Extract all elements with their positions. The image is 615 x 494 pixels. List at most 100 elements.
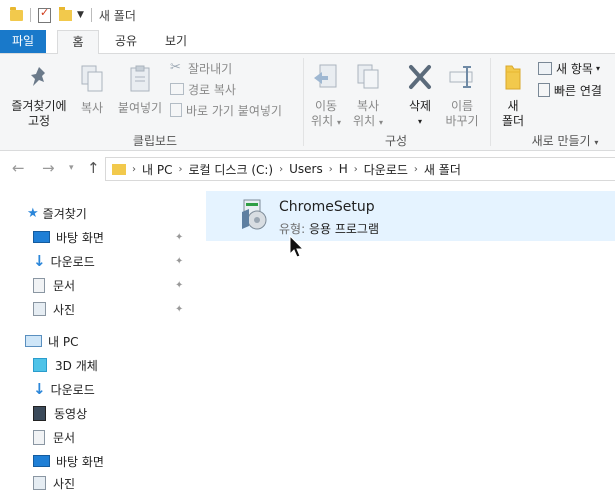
copy-path-label: 경로 복사 [188,82,236,97]
pin-icon[interactable]: ✦ [175,280,183,291]
nav-item-pictures[interactable]: 사진 [33,298,75,320]
new-folder-icon[interactable] [59,6,72,21]
nav-item-pc-downloads[interactable]: ↓ 다운로드 [33,378,95,400]
nav-item-pc-desktop[interactable]: 바탕 화면 [33,450,104,472]
pin-icon[interactable]: ✦ [175,304,183,315]
tab-file[interactable]: 파일 [0,30,46,53]
rename-label-2: 바꾸기 [445,114,479,128]
nav-item-documents[interactable]: 문서 [33,274,75,296]
ribbon-separator [490,58,491,146]
paste-button[interactable]: 붙여넣기 [114,64,166,116]
paste-shortcut-icon [170,103,182,117]
download-arrow-icon: ↓ [33,252,46,270]
move-to-label-2: 위치 ▾ [308,114,344,130]
nav-item-videos[interactable]: 동영상 [33,402,87,424]
delete-button[interactable]: 삭제 ▾ [402,62,438,129]
ribbon-separator [303,58,304,146]
chevron-down-icon: ▾ [594,138,599,147]
navigation-pane: ★ 즐겨찾기 바탕 화면 ✦ ↓ 다운로드 ✦ 문서 ✦ 사진 ✦ 내 PC 3… [0,187,192,491]
folder-icon [10,6,23,21]
breadcrumb-local-disk[interactable]: 로컬 디스크 (C:) [188,161,273,178]
nav-pc-downloads-label: 다운로드 [50,382,95,397]
copy-to-icon [357,64,379,89]
copy-to-label-2: 위치 ▾ [350,114,386,130]
address-bar[interactable]: › 내 PC › 로컬 디스크 (C:) › Users › H › 다운로드 … [105,157,615,181]
paste-label: 붙여넣기 [117,101,163,115]
copy-path-button[interactable]: 경로 복사 [170,80,236,98]
star-icon: ★ [27,205,39,221]
file-item-chromesetup[interactable]: ChromeSetup 유형: 응용 프로그램 [206,191,615,241]
chevron-right-icon: › [132,163,136,175]
pin-icon[interactable]: ✦ [175,256,183,267]
nav-videos-label: 동영상 [54,406,88,421]
nav-downloads-label: 다운로드 [50,254,95,269]
nav-item-pc-pictures[interactable]: 사진 [33,472,75,494]
organize-group-label: 구성 [384,134,408,148]
move-to-button[interactable]: 이동 위치 ▾ [308,62,344,130]
folder-icon [112,163,126,175]
paste-shortcut-button[interactable]: 바로 가기 붙여넣기 [170,101,282,119]
nav-item-pc-documents[interactable]: 문서 [33,426,75,448]
breadcrumb-downloads[interactable]: 다운로드 [364,161,408,178]
breadcrumb-new-folder[interactable]: 새 폴더 [424,161,461,178]
paste-shortcut-label: 바로 가기 붙여넣기 [186,103,282,118]
chevron-down-icon: ▾ [336,118,341,127]
chevron-down-icon: ▾ [378,118,383,127]
navigation-bar: ← → ▾ ↑ › 내 PC › 로컬 디스크 (C:) › Users › H… [0,151,615,187]
pin-label-2: 고정 [27,114,51,128]
nav-item-downloads[interactable]: ↓ 다운로드 [33,250,95,272]
delete-x-icon [409,65,431,89]
title-separator [90,8,92,22]
chevron-down-icon[interactable]: ▼ [77,10,84,20]
pin-to-quick-access-button[interactable]: 즐겨찾기에 고정 [6,64,72,129]
move-to-label-2-text: 위치 [311,114,334,128]
easy-access-button[interactable]: 빠른 연결 [538,81,602,99]
nav-item-this-pc[interactable]: 내 PC [25,330,78,352]
cut-button[interactable]: ✂ 잘라내기 [170,59,232,77]
rename-button[interactable]: 이름 바꾸기 [442,62,482,129]
copy-to-button[interactable]: 복사 위치 ▾ [350,62,386,130]
breadcrumb-users[interactable]: Users [289,162,323,176]
ribbon: 즐겨찾기에 고정 복사 붙여넣기 ✂ 잘라내기 경로 복사 바로 가기 붙여넣기… [0,54,615,151]
nav-pc-desktop-label: 바탕 화면 [56,454,104,469]
cut-label: 잘라내기 [188,61,233,76]
tab-share[interactable]: 공유 [110,30,142,53]
chevron-right-icon: › [279,163,284,175]
nav-item-desktop[interactable]: 바탕 화면 [33,226,104,248]
copy-to-label-1: 복사 [356,99,380,113]
tab-view[interactable]: 보기 [160,30,192,53]
new-folder-button[interactable]: 새 폴더 [495,62,531,129]
forward-arrow-icon[interactable]: → [42,159,55,177]
nav-item-quick-access[interactable]: ★ 즐겨찾기 [27,202,87,224]
new-item-button[interactable]: 새 항목 ▾ [538,59,600,77]
nav-this-pc-label: 내 PC [48,334,79,349]
new-group-label-text: 새로 만들기 [531,134,591,148]
cube-icon [33,358,47,372]
new-item-icon [538,61,552,75]
breadcrumb-this-pc[interactable]: 내 PC [142,161,172,178]
copy-label: 복사 [80,101,104,115]
properties-icon[interactable] [38,6,51,23]
up-arrow-icon[interactable]: ↑ [87,159,100,177]
installer-icon [242,199,267,230]
window-title: 새 폴더 [98,8,136,23]
nav-item-3d-objects[interactable]: 3D 개체 [33,354,98,376]
chevron-right-icon: › [178,163,183,175]
breadcrumb-h[interactable]: H [339,162,348,176]
nav-quick-access-label: 즐겨찾기 [42,206,87,221]
back-arrow-icon[interactable]: ← [12,159,25,177]
chevron-right-icon: › [328,163,333,175]
chevron-right-icon: › [353,163,358,175]
new-group-label: 새로 만들기 ▾ [515,132,615,149]
file-name: ChromeSetup [279,199,375,215]
tab-home[interactable]: 홈 [57,30,99,55]
move-to-label-1: 이동 [314,99,338,113]
pin-icon [31,67,45,86]
quick-access-separator [30,8,31,22]
copy-button[interactable]: 복사 [76,64,108,116]
recent-locations-chevron-icon[interactable]: ▾ [69,163,74,173]
nav-pc-pictures-label: 사진 [53,476,76,491]
video-film-icon [33,405,46,421]
new-folder-label-2: 폴더 [501,114,525,128]
pin-icon[interactable]: ✦ [175,232,183,243]
